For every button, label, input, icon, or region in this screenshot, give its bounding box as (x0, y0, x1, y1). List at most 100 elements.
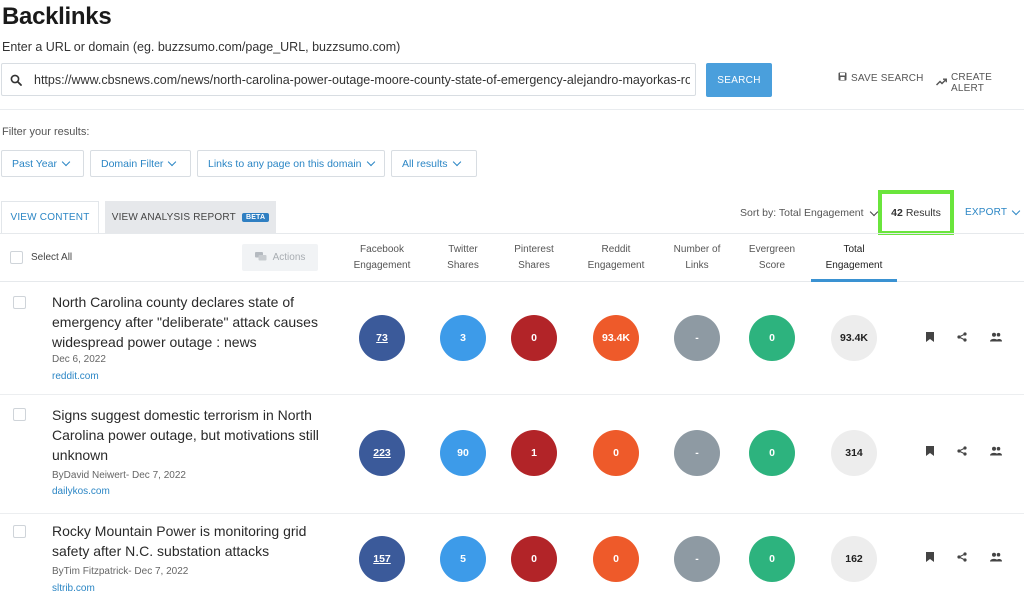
col-reddit-engagement[interactable]: Reddit Engagement (588, 242, 645, 274)
page-subtitle: Enter a URL or domain (eg. buzzsumo.com/… (2, 40, 401, 54)
twitter-bubble: 3 (440, 315, 486, 361)
search-icon (2, 74, 30, 86)
chevron-down-icon (869, 207, 878, 216)
row-meta: ByDavid Neiwert- Dec 7, 2022 (52, 470, 186, 481)
actions-button[interactable]: Actions (242, 244, 318, 271)
col-total-engagement[interactable]: Total Engagement (826, 242, 883, 274)
share-icon[interactable] (957, 332, 967, 342)
pinterest-bubble: 0 (511, 536, 557, 582)
page-title: Backlinks (2, 3, 112, 30)
facebook-bubble[interactable]: 157 (359, 536, 405, 582)
save-search-label: SAVE SEARCH (851, 72, 924, 84)
links-filter-dropdown[interactable]: Links to any page on this domain (197, 150, 385, 177)
people-icon[interactable] (990, 446, 1002, 456)
row-source[interactable]: dailykos.com (52, 486, 110, 497)
col-line1: Number of (673, 244, 721, 255)
total-bubble: 162 (831, 536, 877, 582)
row-source[interactable]: sltrib.com (52, 583, 95, 594)
results-word: Results (905, 206, 941, 219)
row-title[interactable]: Rocky Mountain Power is monitoring grid … (52, 521, 327, 561)
col-twitter-shares[interactable]: Twitter Shares (447, 242, 479, 274)
people-icon[interactable] (990, 552, 1002, 562)
bookmark-icon[interactable] (926, 446, 934, 456)
bookmark-icon[interactable] (926, 552, 934, 562)
pinterest-bubble: 0 (511, 315, 557, 361)
save-icon (838, 72, 847, 84)
tab-view-analysis-label: VIEW ANALYSIS REPORT (111, 211, 236, 223)
total-bubble: 314 (831, 430, 877, 476)
table-row: North Carolina county declares state of … (0, 282, 1024, 395)
create-alert-label: CREATE ALERT (951, 72, 993, 94)
col-line2: Links (685, 260, 709, 271)
chevron-down-icon (61, 157, 71, 167)
search-button[interactable]: SEARCH (706, 63, 772, 97)
select-all-label: Select All (31, 252, 73, 263)
domain-filter-dropdown[interactable]: Domain Filter (90, 150, 191, 177)
domain-filter-label: Domain Filter (101, 157, 164, 170)
col-line2: Score (758, 260, 786, 271)
links-bubble: - (674, 315, 720, 361)
search-box[interactable] (1, 63, 696, 96)
results-filter-dropdown[interactable]: All results (391, 150, 477, 177)
col-evergreen-score[interactable]: Evergreen Score (749, 242, 795, 274)
chevron-down-icon (168, 157, 177, 167)
table-row: Rocky Mountain Power is monitoring grid … (0, 514, 1024, 597)
chevron-down-icon (366, 157, 375, 167)
col-line2: Engagement (825, 260, 883, 271)
row-meta: ByTim Fitzpatrick- Dec 7, 2022 (52, 566, 189, 577)
tab-view-content[interactable]: VIEW CONTENT (1, 201, 99, 233)
save-search-button[interactable]: SAVE SEARCH (838, 72, 924, 84)
row-checkbox[interactable] (13, 525, 26, 538)
row-meta: Dec 6, 2022 (52, 354, 106, 365)
col-line2: Shares (447, 260, 479, 271)
col-line1: Pinterest (514, 244, 554, 255)
col-line1: Facebook (360, 244, 404, 255)
tab-view-content-label: VIEW CONTENT (10, 212, 90, 223)
col-line1: Total (843, 244, 865, 255)
tab-view-analysis-report[interactable]: VIEW ANALYSIS REPORT BETA (105, 201, 276, 233)
col-facebook-engagement[interactable]: Facebook Engagement (354, 242, 411, 274)
links-filter-label: Links to any page on this domain (208, 157, 362, 170)
share-icon[interactable] (957, 446, 967, 456)
facebook-bubble[interactable]: 73 (359, 315, 405, 361)
reddit-bubble: 0 (593, 430, 639, 476)
people-icon[interactable] (990, 332, 1002, 342)
export-label: EXPORT (965, 207, 1008, 218)
results-count: 42 (891, 206, 903, 219)
table-header: Select All Actions Facebook Engagement Tw… (0, 233, 1024, 282)
col-pinterest-shares[interactable]: Pinterest Shares (514, 242, 553, 274)
row-title[interactable]: North Carolina county declares state of … (52, 292, 327, 352)
row-checkbox[interactable] (13, 296, 26, 309)
beta-badge: BETA (241, 212, 270, 222)
total-bubble: 93.4K (831, 315, 877, 361)
chat-icon (254, 251, 267, 264)
create-alert-button[interactable]: CREATE ALERT (935, 72, 1024, 94)
evergreen-bubble: 0 (749, 430, 795, 476)
chevron-down-icon (452, 157, 461, 167)
evergreen-bubble: 0 (749, 536, 795, 582)
trend-icon (935, 78, 947, 89)
col-line2: Shares (518, 260, 550, 271)
pinterest-bubble: 1 (511, 430, 557, 476)
col-line2: Engagement (353, 260, 411, 271)
col-number-of-links[interactable]: Number of Links (674, 242, 721, 274)
time-filter-dropdown[interactable]: Past Year (1, 150, 84, 177)
results-count-box: 42 Results (878, 190, 954, 235)
share-icon[interactable] (957, 552, 967, 562)
links-bubble: - (674, 430, 720, 476)
row-checkbox[interactable] (13, 408, 26, 421)
row-title[interactable]: Signs suggest domestic terrorism in Nort… (52, 405, 327, 465)
facebook-bubble[interactable]: 223 (359, 430, 405, 476)
search-input[interactable] (30, 72, 690, 87)
chevron-down-icon (1011, 206, 1021, 216)
sort-dropdown[interactable]: Sort by: Total Engagement (740, 207, 878, 219)
time-filter-label: Past Year (12, 157, 57, 170)
col-line1: Evergreen (748, 244, 796, 255)
row-source[interactable]: reddit.com (52, 371, 99, 382)
sort-label: Sort by: Total Engagement (740, 207, 864, 219)
col-line1: Reddit (601, 244, 631, 255)
bookmark-icon[interactable] (926, 332, 934, 342)
export-dropdown[interactable]: EXPORT (965, 206, 1021, 218)
select-all-checkbox[interactable] (10, 251, 23, 264)
evergreen-bubble: 0 (749, 315, 795, 361)
